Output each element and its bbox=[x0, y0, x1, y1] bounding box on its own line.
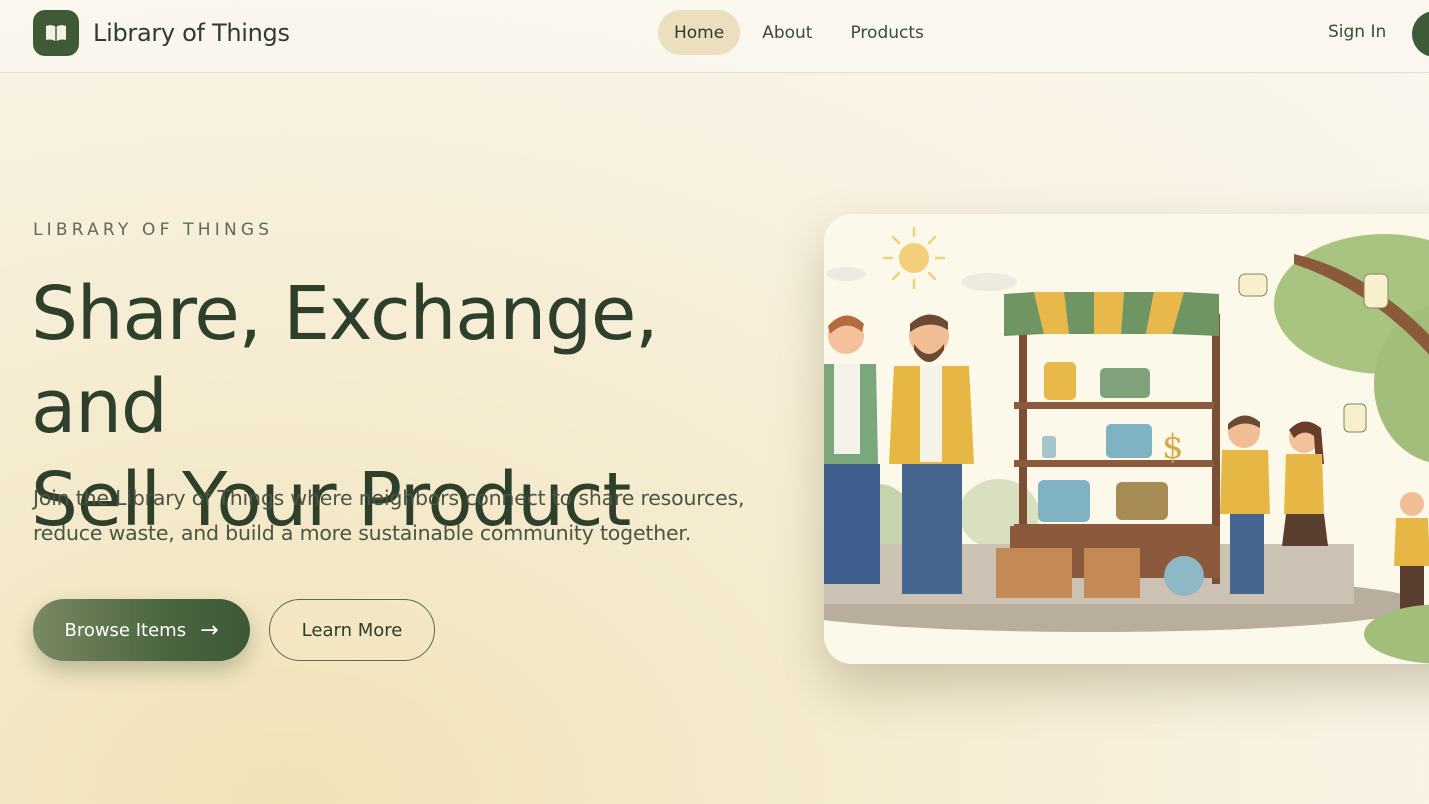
hero-description: Join the Library of Things where neighbo… bbox=[33, 481, 753, 551]
top-navbar: Library of Things Home About Products Si… bbox=[0, 0, 1429, 73]
learn-more-label: Learn More bbox=[301, 619, 403, 641]
sun-icon bbox=[882, 226, 946, 290]
sign-in-link[interactable]: Sign In bbox=[1328, 22, 1386, 42]
description-line-2: reduce waste, and build a more sustainab… bbox=[33, 521, 692, 545]
nav-products[interactable]: Products bbox=[834, 10, 939, 55]
brand[interactable]: Library of Things bbox=[33, 10, 290, 56]
headline-line-1: Share, Exchange, and bbox=[31, 271, 659, 450]
awning bbox=[1004, 292, 1219, 336]
nav-home[interactable]: Home bbox=[658, 10, 741, 55]
community-exchange-illustration: $ bbox=[824, 214, 1429, 664]
nav-about[interactable]: About bbox=[746, 10, 828, 55]
browse-items-label: Browse Items bbox=[64, 619, 187, 641]
hero-illustration-card: $ bbox=[824, 214, 1429, 664]
hero-eyebrow: LIBRARY OF THINGS bbox=[33, 220, 274, 240]
sign-up-button[interactable] bbox=[1412, 11, 1429, 57]
svg-text:$: $ bbox=[1162, 427, 1184, 467]
learn-more-button[interactable]: Learn More bbox=[269, 599, 435, 661]
brand-name: Library of Things bbox=[93, 19, 290, 47]
browse-items-button[interactable]: Browse Items → bbox=[33, 599, 250, 661]
description-line-1: Join the Library of Things where neighbo… bbox=[33, 486, 745, 510]
main-nav: Home About Products bbox=[658, 10, 946, 55]
arrow-right-icon: → bbox=[200, 617, 219, 643]
book-icon bbox=[33, 10, 79, 56]
